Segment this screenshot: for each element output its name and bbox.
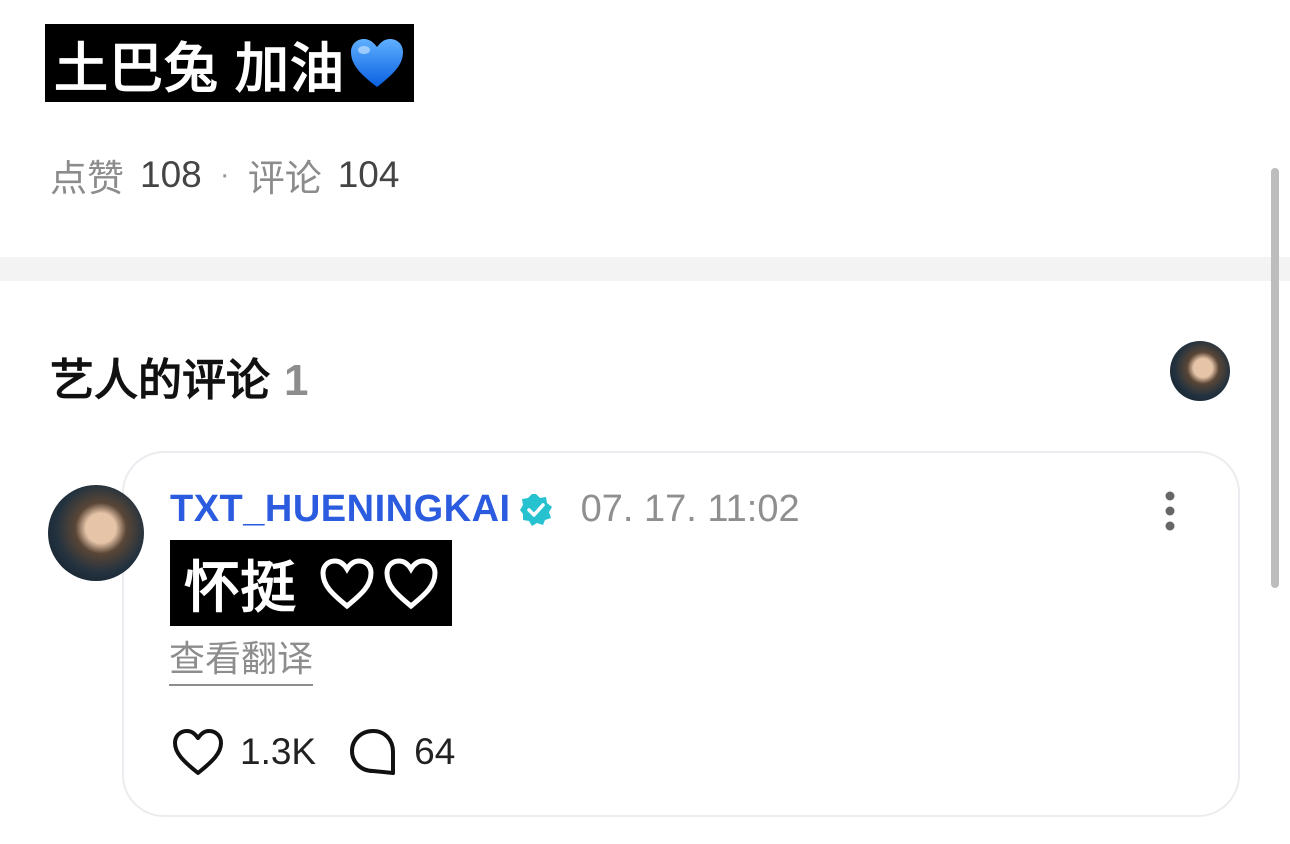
artist-comments-heading: 艺人的评论 1 <box>50 344 308 408</box>
comment-bubble-icon <box>350 729 396 775</box>
artist-avatar-small[interactable] <box>1170 341 1230 401</box>
comment-text: 怀挺 <box>170 540 452 626</box>
reply-count: 64 <box>414 731 456 772</box>
author-avatar[interactable] <box>48 485 144 581</box>
post-title-text: 土巴兔 加油 <box>54 38 346 99</box>
artist-comments-count: 1 <box>284 356 309 405</box>
likes-label: 点赞 <box>50 158 124 199</box>
artist-comments-title: 艺人的评论 <box>50 356 270 405</box>
post-title: 土巴兔 加油 <box>45 24 415 102</box>
comment-author-line: TXT_HUENINGKAI 07. 17. 11:02 <box>170 488 800 531</box>
comment-timestamp: 07. 17. 11:02 <box>580 488 800 530</box>
scrollbar[interactable] <box>1271 168 1279 588</box>
comments-label: 评论 <box>247 158 322 199</box>
more-options-icon[interactable] <box>1158 490 1182 532</box>
post-stats: 点赞 108 · 评论 104 <box>50 148 399 202</box>
like-button[interactable]: 1.3K <box>172 728 316 776</box>
reply-button[interactable]: 64 <box>348 727 455 777</box>
white-heart-icon <box>384 558 438 610</box>
post-detail-page: 土巴兔 加油 点赞 108 · 评论 104 艺人的评论 1 TXT_HUENI… <box>0 0 1290 844</box>
blue-heart-icon <box>349 37 405 89</box>
author-name[interactable]: TXT_HUENINGKAI <box>170 488 511 531</box>
likes-count: 108 <box>140 154 202 195</box>
white-hearts <box>318 556 440 610</box>
white-heart-icon <box>320 558 374 610</box>
comment-actions: 1.3K 64 <box>172 727 487 777</box>
verified-badge-icon <box>519 493 553 527</box>
section-divider <box>0 257 1290 281</box>
view-translation-link[interactable]: 查看翻译 <box>169 630 314 686</box>
heart-outline-icon <box>173 729 223 775</box>
comment-text-content: 怀挺 <box>184 555 296 619</box>
like-count: 1.3K <box>240 731 317 772</box>
comments-count: 104 <box>337 154 400 195</box>
stats-separator: · <box>219 158 230 191</box>
